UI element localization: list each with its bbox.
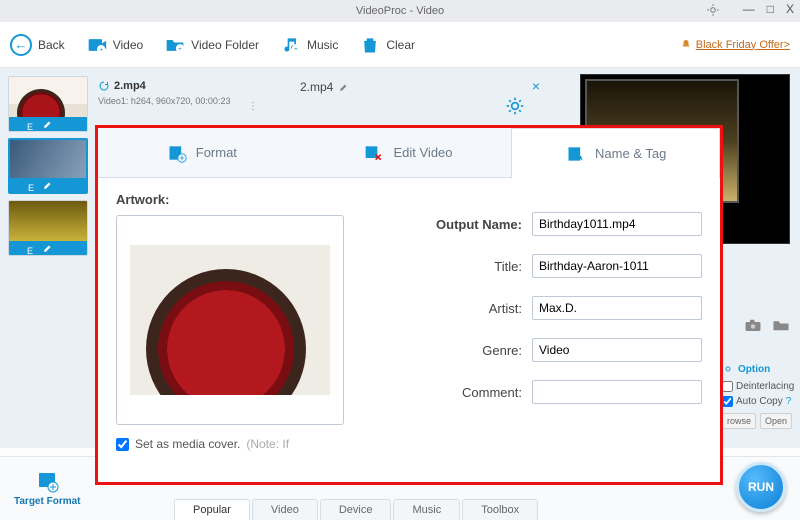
comment-label: Comment: xyxy=(462,385,522,400)
minimize-button[interactable]: — xyxy=(743,2,755,16)
pencil-icon xyxy=(43,243,53,253)
promo-link[interactable]: Black Friday Offer> xyxy=(680,39,790,51)
thumbnail-edit-strip[interactable]: E xyxy=(9,117,87,131)
help-icon[interactable]: ? xyxy=(786,396,792,407)
tag-icon xyxy=(565,144,587,164)
title-label: Title: xyxy=(494,259,522,274)
set-cover-checkbox[interactable] xyxy=(116,438,129,451)
close-item-button[interactable]: × xyxy=(532,78,540,94)
main-toolbar: ← Back + Video + Video Folder + Music Cl… xyxy=(0,22,800,68)
browse-button[interactable]: rowse xyxy=(722,413,756,429)
bottom-tab-video[interactable]: Video xyxy=(252,499,318,520)
add-video-button[interactable]: + Video xyxy=(87,35,143,55)
refresh-icon[interactable] xyxy=(98,80,110,92)
panel-tabs: Format Edit Video Name & Tag xyxy=(98,128,720,178)
format-icon xyxy=(166,143,188,163)
name-tag-panel: Format Edit Video Name & Tag Artwork: Se… xyxy=(95,125,723,485)
tab-name-tag[interactable]: Name & Tag xyxy=(511,128,720,178)
output-name-input[interactable] xyxy=(532,212,702,236)
options-header[interactable]: Option xyxy=(722,363,792,375)
metadata-form: Output Name: Title: Artist: Genre: Comme… xyxy=(364,192,702,474)
title-input[interactable] xyxy=(532,254,702,278)
center-file-name: 2.mp4 xyxy=(300,80,349,94)
output-name-label: Output Name: xyxy=(436,217,522,232)
close-button[interactable]: X xyxy=(786,2,794,16)
bell-icon xyxy=(680,39,692,51)
camera-icon[interactable] xyxy=(744,318,762,332)
thumbnail-item[interactable]: E xyxy=(8,76,88,132)
bottom-tab-music[interactable]: Music xyxy=(393,499,460,520)
artist-label: Artist: xyxy=(489,301,522,316)
set-cover-row: Set as media cover.(Note: If xyxy=(116,437,346,451)
artwork-label: Artwork: xyxy=(116,192,346,207)
options-panel: Option Deinterlacing Auto Copy? rowse Op… xyxy=(722,363,792,429)
tab-edit-video[interactable]: Edit Video xyxy=(305,128,512,177)
genre-input[interactable] xyxy=(532,338,702,362)
thumbnail-edit-strip[interactable]: E xyxy=(9,241,87,255)
svg-text:+: + xyxy=(178,45,182,52)
bottom-tab-popular[interactable]: Popular xyxy=(174,499,250,520)
maximize-button[interactable]: □ xyxy=(767,2,774,16)
artwork-image xyxy=(130,245,330,395)
window-controls: — □ X xyxy=(743,2,794,16)
gear-icon xyxy=(722,363,734,375)
back-button[interactable]: ← Back xyxy=(10,34,65,56)
add-music-button[interactable]: + Music xyxy=(281,35,338,55)
artwork-frame[interactable] xyxy=(116,215,344,425)
auto-copy-checkbox[interactable] xyxy=(722,396,733,407)
artwork-column: Artwork: Set as media cover.(Note: If xyxy=(116,192,346,474)
trash-icon xyxy=(360,35,380,55)
thumbnail-edit-strip[interactable]: E xyxy=(10,178,86,192)
add-video-folder-button[interactable]: + Video Folder xyxy=(165,35,259,55)
artist-input[interactable] xyxy=(532,296,702,320)
more-icon[interactable]: ⋮ xyxy=(248,101,258,112)
genre-label: Genre: xyxy=(482,343,522,358)
svg-text:+: + xyxy=(99,46,103,53)
edit-video-icon xyxy=(363,143,385,163)
file-name: 2.mp4 xyxy=(114,80,146,92)
video-icon: + xyxy=(87,35,107,55)
folder-icon: + xyxy=(165,35,185,55)
run-button[interactable]: RUN xyxy=(736,462,786,512)
deinterlacing-checkbox[interactable] xyxy=(722,381,733,392)
item-settings-icon[interactable] xyxy=(505,96,525,121)
bottom-tab-toolbox[interactable]: Toolbox xyxy=(462,499,538,520)
format-category-tabs: Popular Video Device Music Toolbox xyxy=(174,499,538,520)
thumbnail-item-selected[interactable]: E xyxy=(8,138,88,194)
settings-icon[interactable] xyxy=(706,3,720,17)
media-thumbnail-list: E E E xyxy=(8,76,88,440)
window-title: VideoProc - Video xyxy=(356,5,444,17)
clear-button[interactable]: Clear xyxy=(360,35,415,55)
back-arrow-icon: ← xyxy=(10,34,32,56)
bottom-tab-device[interactable]: Device xyxy=(320,499,392,520)
open-button[interactable]: Open xyxy=(760,413,792,429)
tab-format[interactable]: Format xyxy=(98,128,305,177)
thumbnail-item[interactable]: E xyxy=(8,200,88,256)
pencil-icon xyxy=(43,180,53,190)
pencil-icon xyxy=(43,119,53,129)
target-format-button[interactable]: Target Format xyxy=(14,470,81,507)
titlebar: VideoProc - Video — □ X xyxy=(0,0,800,22)
target-format-icon xyxy=(33,470,61,494)
folder-open-icon[interactable] xyxy=(772,318,790,332)
preview-actions xyxy=(730,318,790,332)
comment-input[interactable] xyxy=(532,380,702,404)
music-icon: + xyxy=(281,35,301,55)
pencil-icon[interactable] xyxy=(339,82,349,92)
svg-text:+: + xyxy=(294,45,298,52)
